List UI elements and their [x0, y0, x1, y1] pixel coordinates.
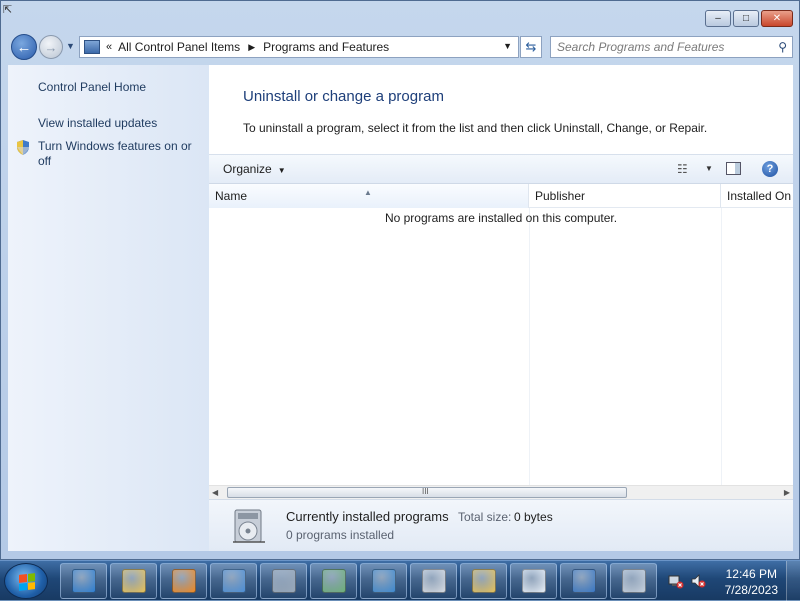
windows-logo-icon: [19, 573, 35, 591]
search-box[interactable]: ⚲: [550, 36, 793, 58]
internet-explorer-icon: [71, 569, 96, 593]
sidebar-item-turn-windows-features[interactable]: Turn Windows features on or off: [38, 139, 203, 169]
folder-checklist-icon: [471, 569, 496, 593]
breadcrumb-label: Programs and Features: [263, 40, 390, 54]
sort-ascending-icon: ▲: [364, 188, 372, 197]
control-panel-icon: [84, 40, 100, 54]
show-desktop-button[interactable]: [786, 561, 800, 601]
clock-date: 7/28/2023: [724, 583, 778, 597]
details-title: Currently installed programs: [286, 509, 449, 524]
taskbar-search-tool-button[interactable]: [260, 563, 307, 599]
details-pane: Currently installed programs Total size:…: [209, 499, 793, 551]
breadcrumb-label: All Control Panel Items: [118, 40, 241, 54]
program-count: 0 programs installed: [286, 528, 395, 542]
total-size-value: 0 bytes: [514, 510, 553, 524]
document-viewer-icon: [321, 569, 346, 593]
network-status-icon[interactable]: [668, 573, 684, 589]
client-area: Control Panel Home View installed update…: [8, 65, 793, 551]
preview-pane-icon[interactable]: [726, 162, 741, 175]
sidebar-item-control-panel-home[interactable]: Control Panel Home: [38, 80, 146, 95]
resize-corner-icon: ⇱: [3, 4, 13, 16]
horizontal-scrollbar[interactable]: ◀ III ▶: [209, 485, 793, 499]
refresh-button[interactable]: ⇆: [520, 36, 542, 58]
calendar-clock-icon: [621, 569, 646, 593]
scroll-right-arrow-icon[interactable]: ▶: [784, 488, 790, 497]
network-checklist-icon: [371, 569, 396, 593]
installed-programs-icon: [233, 509, 265, 543]
programs-and-features-window: ⇱ ‒ □ ✕ ← → ▼ « All Control Panel Items ▶…: [0, 0, 800, 560]
system-tray: 12:46 PM 7/28/2023: [660, 561, 800, 601]
help-icon[interactable]: ?: [762, 161, 778, 177]
control-panel-icon: [221, 569, 246, 593]
search-tool-icon: [271, 569, 296, 593]
column-header-installed-on[interactable]: Installed On: [721, 184, 793, 208]
taskbar-mouse-settings-button[interactable]: [410, 563, 457, 599]
arrow-left-icon: ←: [16, 38, 32, 56]
blank-document-icon: [521, 569, 546, 593]
search-icon[interactable]: ⚲: [778, 40, 787, 54]
page-title: Uninstall or change a program: [243, 88, 444, 105]
navigation-bar: ← → ▼ « All Control Panel Items ▶ Program…: [9, 34, 793, 60]
volume-muted-icon[interactable]: [690, 573, 706, 589]
taskbar-network-checklist-button[interactable]: [360, 563, 407, 599]
taskbar-internet-explorer-button[interactable]: [60, 563, 107, 599]
chevron-down-icon: ▼: [277, 166, 286, 175]
taskbar-calendar-clock-button[interactable]: [610, 563, 657, 599]
empty-list-message: No programs are installed on this comput…: [384, 211, 618, 225]
close-button[interactable]: ✕: [761, 10, 793, 27]
maximize-button[interactable]: □: [733, 10, 759, 27]
taskbar-control-panel-button[interactable]: [210, 563, 257, 599]
taskbar-document-viewer-button[interactable]: [310, 563, 357, 599]
back-button[interactable]: ←: [11, 34, 37, 60]
breadcrumb-programs-and-features[interactable]: Programs and Features: [263, 40, 389, 54]
taskbar-blank-document-button[interactable]: [510, 563, 557, 599]
command-bar: Organize ▼ ☷ ▼ ?: [209, 154, 793, 184]
media-player-icon: [171, 569, 196, 593]
taskbar-media-player-button[interactable]: [160, 563, 207, 599]
page-description: To uninstall a program, select it from t…: [243, 121, 708, 135]
column-header-row: ▲ Name Publisher Installed On: [209, 184, 793, 208]
system-clock[interactable]: 12:46 PM 7/28/2023: [725, 566, 778, 598]
taskbar-folder-checklist-button[interactable]: [460, 563, 507, 599]
breadcrumb-all-control-panel-items[interactable]: All Control Panel Items ▶: [118, 40, 263, 54]
mouse-settings-icon: [421, 569, 446, 593]
scrollbar-thumb[interactable]: III: [227, 487, 627, 498]
forward-button[interactable]: →: [39, 35, 63, 59]
scroll-left-arrow-icon[interactable]: ◀: [212, 488, 218, 497]
taskbar: 12:46 PM 7/28/2023: [0, 560, 800, 601]
title-bar[interactable]: ⇱ ‒ □ ✕: [1, 1, 799, 33]
address-bar[interactable]: « All Control Panel Items ▶ Programs and …: [79, 36, 519, 58]
sidebar-item-view-installed-updates[interactable]: View installed updates: [38, 116, 157, 131]
task-pane: Control Panel Home View installed update…: [8, 65, 209, 551]
window-controls: ‒ □ ✕: [705, 10, 793, 27]
column-divider: [721, 208, 722, 485]
taskbar-display-settings-button[interactable]: [560, 563, 607, 599]
total-size-label: Total size:: [458, 510, 512, 524]
scroll-grip: III: [422, 487, 429, 496]
display-settings-icon: [571, 569, 596, 593]
minimize-button[interactable]: ‒: [705, 10, 731, 27]
refresh-icon: ⇆: [525, 39, 537, 54]
taskbar-windows-explorer-button[interactable]: [110, 563, 157, 599]
organize-button[interactable]: Organize ▼: [223, 162, 286, 176]
start-button[interactable]: [4, 563, 48, 599]
breadcrumb-arrow-icon[interactable]: ▶: [248, 42, 255, 53]
organize-label: Organize: [223, 162, 272, 176]
address-overflow-chevron[interactable]: «: [106, 41, 112, 53]
shield-icon: [17, 140, 29, 155]
arrow-right-icon: →: [44, 39, 58, 55]
column-divider: [529, 208, 530, 485]
clock-time: 12:46 PM: [725, 567, 777, 581]
column-header-publisher[interactable]: Publisher: [529, 184, 721, 208]
column-label: Name: [215, 189, 248, 203]
details-view-icon[interactable]: ☷: [677, 162, 688, 176]
search-input[interactable]: [557, 37, 767, 57]
windows-explorer-icon: [121, 569, 146, 593]
recent-pages-dropdown[interactable]: ▼: [66, 41, 75, 51]
address-dropdown-icon[interactable]: ▼: [503, 41, 512, 51]
column-header-name[interactable]: ▲ Name: [209, 184, 529, 208]
main-content: Uninstall or change a program To uninsta…: [209, 65, 793, 551]
program-list[interactable]: No programs are installed on this comput…: [209, 208, 793, 485]
view-options-dropdown[interactable]: ▼: [705, 164, 713, 173]
